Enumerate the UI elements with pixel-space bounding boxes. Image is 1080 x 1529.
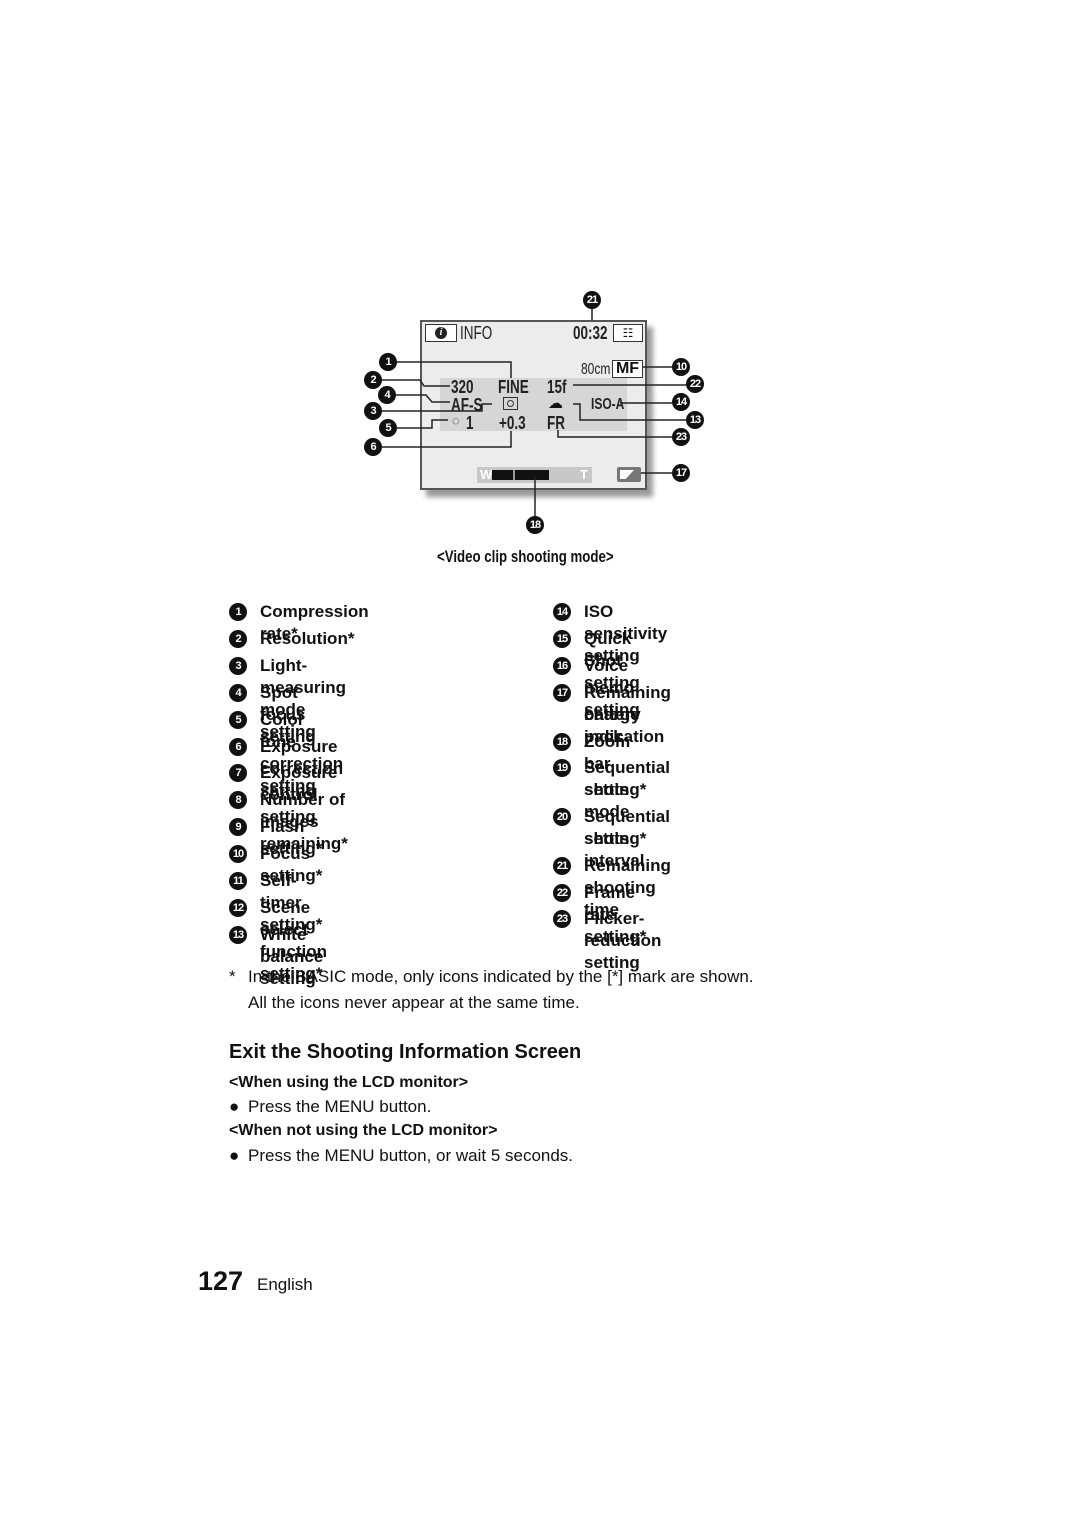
callout-number: 22 bbox=[686, 375, 704, 393]
legend-number: 14 bbox=[553, 603, 571, 621]
legend-label: Resolution* bbox=[260, 628, 355, 648]
subheading-no-lcd: <When not using the LCD monitor> bbox=[229, 1122, 498, 1139]
legend-number: 12 bbox=[229, 898, 247, 917]
callout-lines bbox=[382, 309, 686, 516]
legend-number: 10 bbox=[229, 845, 247, 864]
callout-number: 17 bbox=[672, 464, 690, 482]
legend-number: 6 bbox=[229, 737, 247, 756]
callout-number: 14 bbox=[672, 393, 690, 411]
legend-number: 18 bbox=[553, 733, 571, 751]
bullet-text-2: Press the MENU button, or wait 5 seconds… bbox=[248, 1146, 574, 1165]
page-language: English bbox=[257, 1275, 313, 1294]
legend-number: 1 bbox=[229, 603, 247, 621]
note-line-2: All the icons never appear at the same t… bbox=[248, 993, 580, 1012]
callout-number: 2 bbox=[364, 371, 382, 389]
legend-label-cont: setting* bbox=[584, 829, 647, 848]
section-title: Exit the Shooting Information Screen bbox=[229, 1041, 582, 1063]
diagram-caption: <Video clip shooting mode> bbox=[437, 547, 614, 566]
bullet-text-1: Press the MENU button. bbox=[248, 1097, 432, 1116]
callout-number: 4 bbox=[378, 386, 396, 404]
legend-number: 22 bbox=[553, 884, 571, 902]
legend-number: 9 bbox=[229, 818, 247, 837]
legend-number: 19 bbox=[553, 759, 571, 777]
legend-label: Flicker-reduction setting bbox=[584, 909, 662, 972]
legend-number: 11 bbox=[229, 872, 247, 890]
legend-number: 7 bbox=[229, 764, 247, 783]
legend-label-cont: setting* bbox=[584, 780, 647, 799]
legend-number: 2 bbox=[229, 629, 247, 648]
callout-number: 10 bbox=[672, 358, 690, 376]
note-line-1: In the BASIC mode, only icons indicated … bbox=[248, 967, 754, 986]
legend-number: 3 bbox=[229, 656, 247, 675]
callout-number: 13 bbox=[686, 411, 704, 429]
legend-number: 15 bbox=[553, 630, 571, 648]
legend-number: 4 bbox=[229, 683, 247, 702]
legend-number: 23 bbox=[553, 910, 571, 928]
legend-number: 16 bbox=[553, 657, 571, 675]
manual-page: i INFO 00:32 ☷ 80cm MF 320 FINE 15f AF-S… bbox=[0, 0, 1080, 1529]
legend-number: 8 bbox=[229, 791, 247, 810]
note-mark: * bbox=[229, 967, 236, 986]
callout-number: 18 bbox=[526, 516, 544, 534]
legend-number: 21 bbox=[553, 857, 571, 875]
bullet-icon: ● bbox=[229, 1146, 240, 1165]
callout-number: 3 bbox=[364, 402, 382, 420]
legend-number: 17 bbox=[553, 684, 571, 702]
legend-number: 20 bbox=[553, 808, 571, 826]
callout-number: 1 bbox=[379, 353, 397, 371]
callout-number: 21 bbox=[583, 291, 601, 309]
callout-number: 23 bbox=[672, 428, 690, 446]
legend-number: 13 bbox=[229, 925, 247, 944]
legend-number: 5 bbox=[229, 710, 247, 729]
subheading-lcd: <When using the LCD monitor> bbox=[229, 1074, 469, 1091]
bullet-icon: ● bbox=[229, 1097, 240, 1116]
page-number: 127 bbox=[198, 1266, 244, 1296]
callout-number: 6 bbox=[364, 438, 382, 456]
callout-number: 5 bbox=[379, 419, 397, 437]
